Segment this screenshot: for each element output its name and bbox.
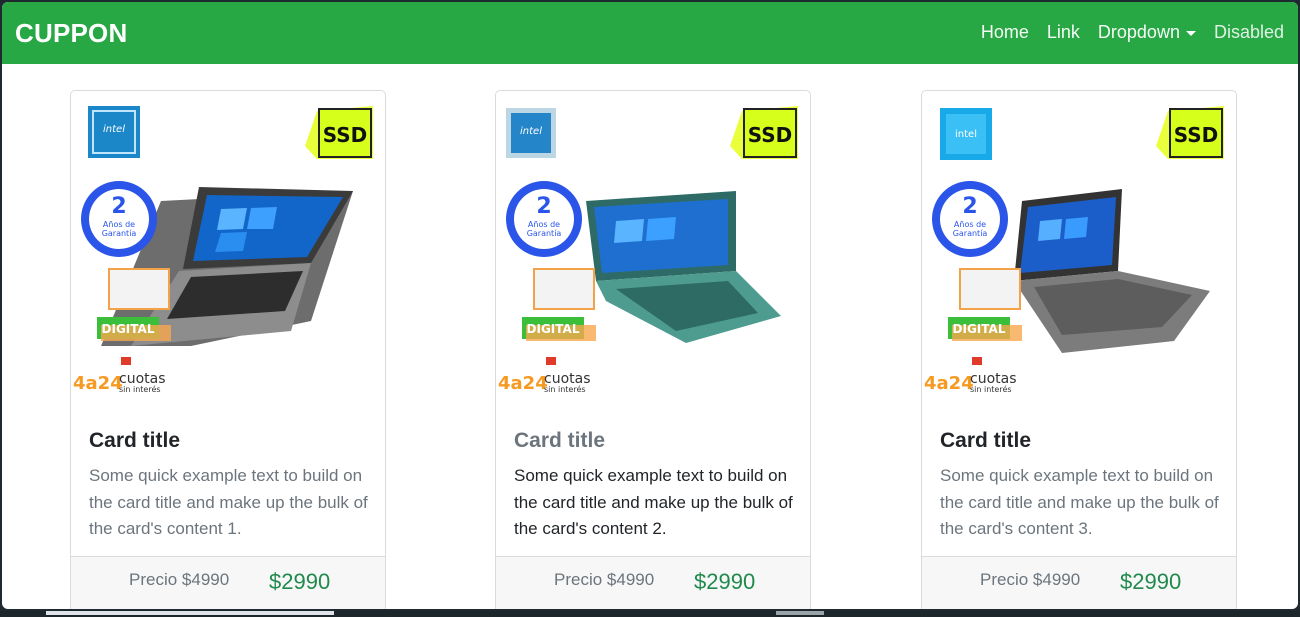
product-card-1[interactable]: intel SSD 2 Años de Garantía DIGITAL 4a2… <box>70 90 386 609</box>
product-image-2: intel SSD 2 Años de Garantía DIGITAL 4a2… <box>498 106 798 394</box>
card-footer: Precio $4990 $2990 <box>71 556 385 609</box>
product-image-1: intel SSD 2 Años de Garantía DIGITAL 4a2… <box>73 106 373 394</box>
product-card-2[interactable]: intel SSD 2 Años de Garantía DIGITAL 4a2… <box>495 90 811 609</box>
product-image-3: intel SSD 2 Años de Garantía DIGITAL 4a2… <box>924 106 1224 394</box>
card-text: Some quick example text to build on the … <box>514 466 793 538</box>
navbar: CUPPON Home Link Dropdown Disabled <box>2 2 1298 64</box>
ssd-badge-text: SSD <box>1174 123 1219 147</box>
caret-down-icon <box>1185 30 1196 36</box>
navbar-brand[interactable]: CUPPON <box>15 18 127 49</box>
cuotas-sub: sin interés <box>970 384 1012 394</box>
card-footer: Precio $4990 $2990 <box>496 556 810 609</box>
card-text: Some quick example text to build on the … <box>940 466 1219 538</box>
digital-badge-text: DIGITAL <box>953 322 1006 336</box>
browser-viewport: CUPPON Home Link Dropdown Disabled intel… <box>2 2 1298 609</box>
card-footer: Precio $4990 $2990 <box>922 556 1236 609</box>
old-price: Precio $4990 <box>554 570 655 589</box>
ssd-badge-text: SSD <box>748 123 793 147</box>
cuotas-sub: sin interés <box>119 384 161 394</box>
card-body: Card title Some quick example text to bu… <box>89 429 369 543</box>
warranty-line1: Años de <box>954 220 986 229</box>
nav-links: Home Link Dropdown Disabled <box>981 22 1284 43</box>
taskbar-segment <box>776 611 824 615</box>
new-price: $2990 <box>269 569 331 594</box>
cuotas-sub: sin interés <box>544 384 586 394</box>
nav-link-dropdown[interactable]: Dropdown <box>1098 22 1196 43</box>
card-title: Card title <box>89 429 181 452</box>
product-card-3[interactable]: intel SSD 2 Años de Garantía DIGITAL 4a2… <box>921 90 1237 609</box>
nav-link-home[interactable]: Home <box>981 22 1029 43</box>
card-body: Card title Some quick example text to bu… <box>940 429 1220 543</box>
warranty-line2: Garantía <box>102 229 137 238</box>
nav-link-disabled: Disabled <box>1213 22 1284 42</box>
taskbar-segment <box>46 611 334 615</box>
new-price: $2990 <box>1120 569 1182 594</box>
ssd-badge-text: SSD <box>323 123 368 147</box>
cpu-badge-text: intel <box>520 126 542 137</box>
digital-badge-text: DIGITAL <box>102 322 155 336</box>
cpu-badge-text: intel <box>103 124 125 135</box>
card-title: Card title <box>514 429 606 452</box>
warranty-number: 2 <box>536 194 551 219</box>
warranty-line1: Años de <box>103 220 135 229</box>
dropdown-label: Dropdown <box>1097 22 1180 42</box>
cpu-badge-text: intel <box>955 129 977 140</box>
card-text: Some quick example text to build on the … <box>89 466 368 538</box>
card-body: Card title Some quick example text to bu… <box>514 429 794 543</box>
nav-link-link[interactable]: Link <box>1047 22 1080 43</box>
cuotas-number: 4a24 <box>73 373 123 394</box>
digital-badge-text: DIGITAL <box>527 322 580 336</box>
warranty-line2: Garantía <box>953 229 988 238</box>
card-deck: intel SSD 2 Años de Garantía DIGITAL 4a2… <box>2 90 1298 609</box>
new-price: $2990 <box>694 569 756 594</box>
cuotas-number: 4a24 <box>498 373 548 394</box>
old-price: Precio $4990 <box>129 570 230 589</box>
warranty-number: 2 <box>962 194 977 219</box>
warranty-line1: Años de <box>528 220 560 229</box>
cuotas-number: 4a24 <box>924 373 974 394</box>
old-price: Precio $4990 <box>980 570 1081 589</box>
card-title: Card title <box>940 429 1032 452</box>
warranty-number: 2 <box>111 194 126 219</box>
warranty-line2: Garantía <box>527 229 562 238</box>
